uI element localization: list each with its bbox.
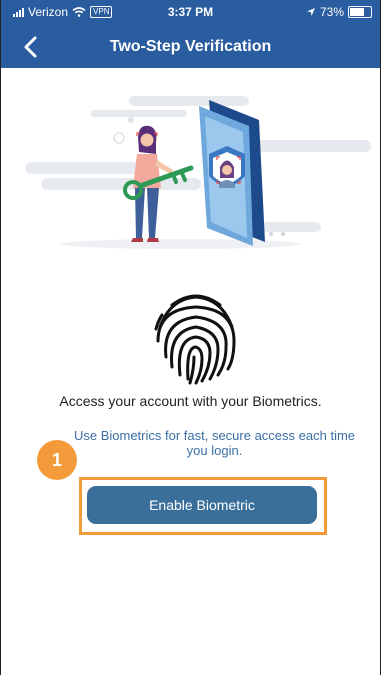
- biometrics-headline: Access your account with your Biometrics…: [59, 393, 322, 409]
- step-badge: 1: [37, 440, 77, 480]
- location-icon: [306, 8, 315, 16]
- battery-icon: [348, 6, 372, 18]
- page-title: Two-Step Verification: [109, 38, 272, 55]
- security-illustration: [25, 96, 371, 249]
- biometrics-description: Use Biometrics for fast, secure access e…: [73, 428, 356, 458]
- status-right: 73%: [306, 5, 372, 19]
- enable-biometric-button[interactable]: Enable Biometric: [87, 486, 317, 524]
- top-bar: Verizon VPN 3:37 PM 73% Two-Step Verific…: [1, 0, 380, 68]
- phone-screen: Verizon VPN 3:37 PM 73% Two-Step Verific…: [0, 0, 381, 675]
- fingerprint-icon: [154, 294, 236, 385]
- battery-percent: 73%: [319, 5, 344, 19]
- status-bar: Verizon VPN 3:37 PM 73%: [1, 0, 380, 26]
